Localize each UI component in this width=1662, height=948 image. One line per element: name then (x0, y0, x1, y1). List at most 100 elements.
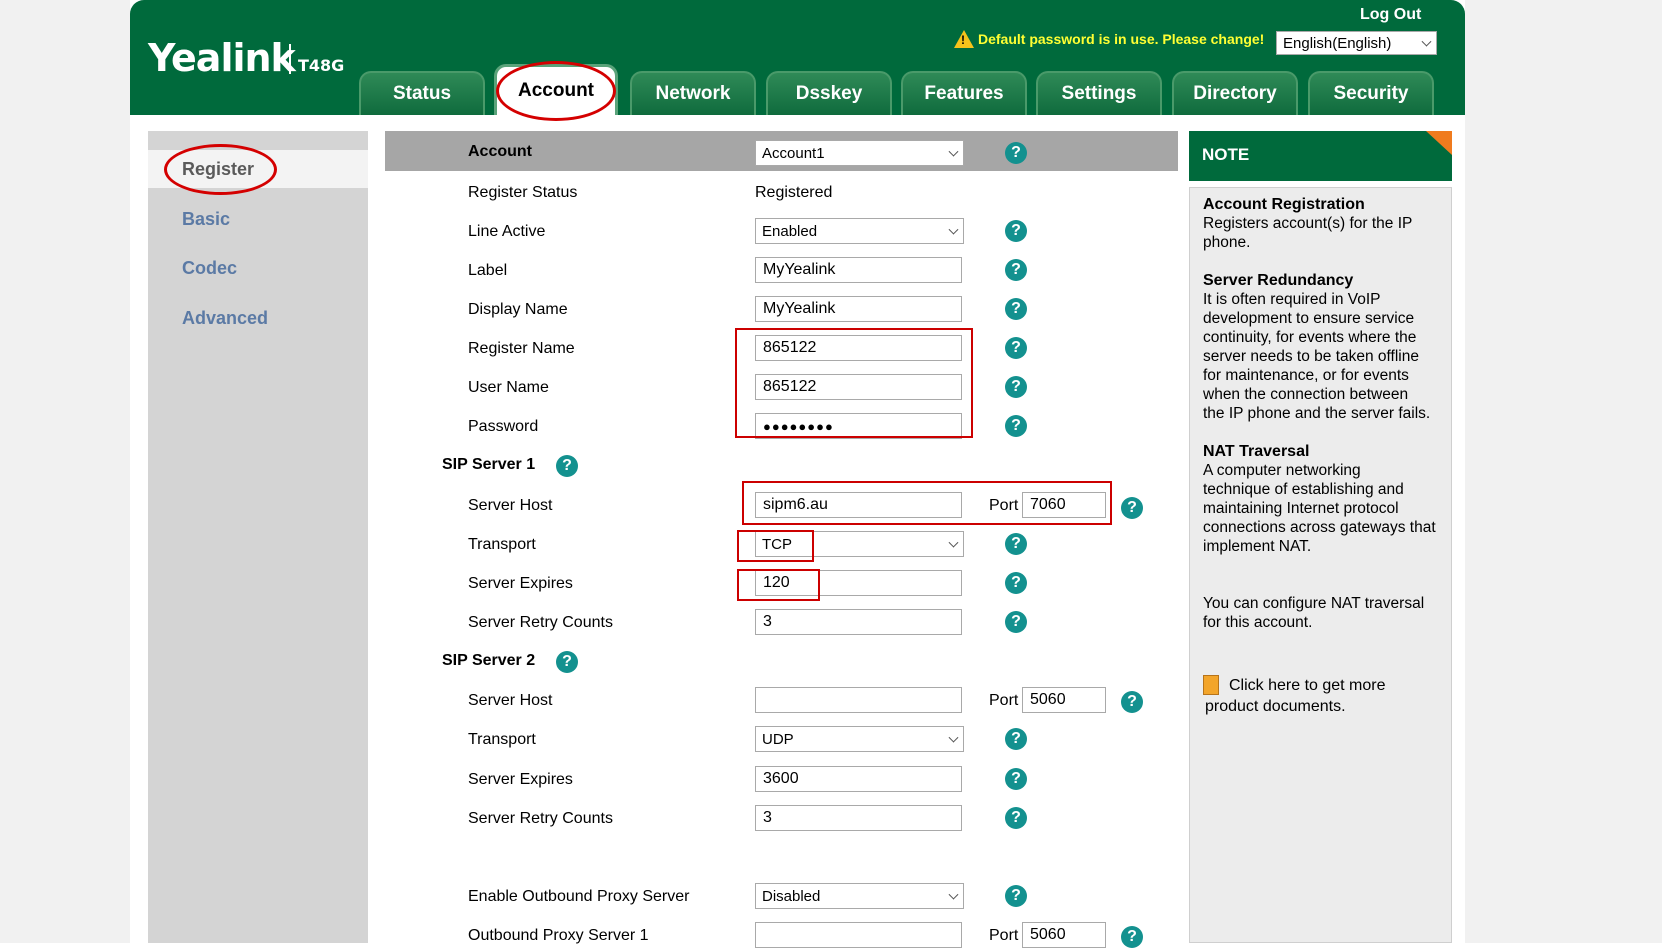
help-icon[interactable]: ? (1121, 691, 1143, 713)
chevron-down-icon (948, 146, 959, 157)
note-section-server-redundancy: Server Redundancy It is often required i… (1203, 272, 1443, 423)
help-icon[interactable]: ? (1005, 572, 1027, 594)
sip1-expires-label: Server Expires (468, 575, 573, 592)
register-highlight (164, 144, 277, 195)
note-line: server needs to be taken offline (1203, 348, 1419, 365)
sip2-retry-label: Server Retry Counts (468, 810, 613, 827)
help-icon[interactable]: ? (1005, 728, 1027, 750)
note-line: connections across gateways that (1203, 519, 1436, 536)
sidebar (148, 131, 368, 943)
help-icon[interactable]: ? (1005, 298, 1027, 320)
note-line: You can configure NAT traversal (1203, 595, 1425, 612)
note-line: the IP phone and the server fails. (1203, 405, 1431, 422)
help-icon[interactable]: ? (1005, 259, 1027, 281)
note-line: maintaining Internet protocol (1203, 500, 1399, 517)
help-icon[interactable]: ? (556, 455, 578, 477)
help-icon[interactable]: ? (556, 651, 578, 673)
sip2-expires-input[interactable]: 3600 (755, 766, 962, 792)
help-icon[interactable]: ? (1005, 220, 1027, 242)
note-line: phone. (1203, 234, 1251, 251)
help-icon[interactable]: ? (1005, 611, 1027, 633)
outbound-proxy-1-label: Outbound Proxy Server 1 (468, 927, 649, 944)
help-icon[interactable]: ? (1005, 337, 1027, 359)
tab-security[interactable]: Security (1308, 71, 1434, 115)
tab-label: Status (392, 83, 452, 104)
display-name-input[interactable]: MyYealink (755, 296, 962, 322)
tab-network[interactable]: Network (630, 71, 756, 115)
right-gutter (1465, 0, 1662, 943)
tab-label: Settings (1061, 83, 1137, 104)
note-line: technique of establishing and (1203, 481, 1404, 498)
note-line: Registers account(s) for the IP (1203, 215, 1413, 232)
transport-highlight (737, 530, 814, 562)
help-icon[interactable]: ? (1121, 497, 1143, 519)
tab-label: Directory (1193, 83, 1277, 104)
account-select[interactable]: Account1 (755, 140, 964, 166)
note-corner-fold (1426, 131, 1452, 155)
outbound-proxy-1-port-label: Port (989, 927, 1019, 944)
tab-label: Features (924, 83, 1004, 104)
credentials-highlight (735, 328, 973, 438)
tab-directory[interactable]: Directory (1172, 71, 1298, 115)
sip2-port-label: Port (989, 692, 1019, 709)
sip2-host-label: Server Host (468, 692, 553, 709)
note-line: It is often required in VoIP (1203, 291, 1381, 308)
note-line: continuity, for events where the (1203, 329, 1417, 346)
line-active-select[interactable]: Enabled (755, 218, 964, 244)
sip1-host-label: Server Host (468, 497, 553, 514)
tab-settings[interactable]: Settings (1036, 71, 1162, 115)
note-line: when the connection between (1203, 386, 1409, 403)
register-status-label: Register Status (468, 184, 578, 201)
yealink-logo: Yealink (148, 36, 296, 80)
help-icon[interactable]: ? (1005, 533, 1027, 555)
chevron-down-icon (948, 224, 959, 235)
default-password-warning: ! Default password is in use. Please cha… (954, 30, 1264, 48)
help-icon[interactable]: ? (1005, 142, 1027, 164)
sip-server-1-title: SIP Server 1 (442, 456, 536, 473)
logo-divider (289, 44, 291, 74)
sip-server-2-title: SIP Server 2 (442, 652, 536, 669)
sip2-transport-select[interactable]: UDP (755, 726, 964, 752)
chevron-down-icon (948, 537, 959, 548)
account-tab-highlight (496, 61, 616, 121)
product-docs-link[interactable]: Click here to get more product documents… (1203, 675, 1448, 717)
note-line: A computer networking (1203, 462, 1361, 479)
help-icon[interactable]: ? (1121, 926, 1143, 948)
outbound-proxy-value: Disabled (762, 887, 821, 905)
sip2-transport-value: UDP (762, 730, 794, 748)
tab-features[interactable]: Features (901, 71, 1027, 115)
sidebar-item-codec[interactable]: Codec (182, 258, 237, 279)
tab-status[interactable]: Status (359, 71, 485, 115)
outbound-proxy-select[interactable]: Disabled (755, 883, 964, 909)
help-icon[interactable]: ? (1005, 768, 1027, 790)
sip2-retry-input[interactable]: 3 (755, 805, 962, 831)
sip2-port-input[interactable]: 5060 (1022, 687, 1106, 713)
help-icon[interactable]: ? (1005, 807, 1027, 829)
language-select[interactable]: English(English) (1276, 31, 1437, 55)
tab-dsskey[interactable]: Dsskey (766, 71, 892, 115)
password-label: Password (468, 418, 539, 435)
note-section-nat-traversal: NAT Traversal A computer networking tech… (1203, 443, 1443, 556)
sip2-host-input[interactable] (755, 687, 962, 713)
note-header: NOTE (1189, 131, 1452, 181)
label-field-label: Label (468, 262, 508, 279)
note-body: Account Registration Registers account(s… (1189, 187, 1452, 943)
note-line: development to ensure service (1203, 310, 1415, 327)
note-title: NAT Traversal (1203, 443, 1310, 460)
help-icon[interactable]: ? (1005, 376, 1027, 398)
help-icon[interactable]: ? (1005, 415, 1027, 437)
sip1-retry-input[interactable]: 3 (755, 609, 962, 635)
outbound-proxy-1-port-input[interactable]: 5060 (1022, 922, 1106, 948)
left-gutter (0, 0, 130, 943)
outbound-proxy-1-input[interactable] (755, 922, 962, 948)
docs-line: product documents. (1205, 698, 1346, 715)
help-icon[interactable]: ? (1005, 885, 1027, 907)
note-line: implement NAT. (1203, 538, 1312, 555)
line-active-label: Line Active (468, 223, 546, 240)
sidebar-item-basic[interactable]: Basic (182, 209, 230, 230)
display-name-label: Display Name (468, 301, 568, 318)
label-input[interactable]: MyYealink (755, 257, 962, 283)
tab-label: Network (655, 83, 731, 104)
logout-link[interactable]: Log Out (1360, 6, 1421, 24)
sidebar-item-advanced[interactable]: Advanced (182, 308, 268, 329)
